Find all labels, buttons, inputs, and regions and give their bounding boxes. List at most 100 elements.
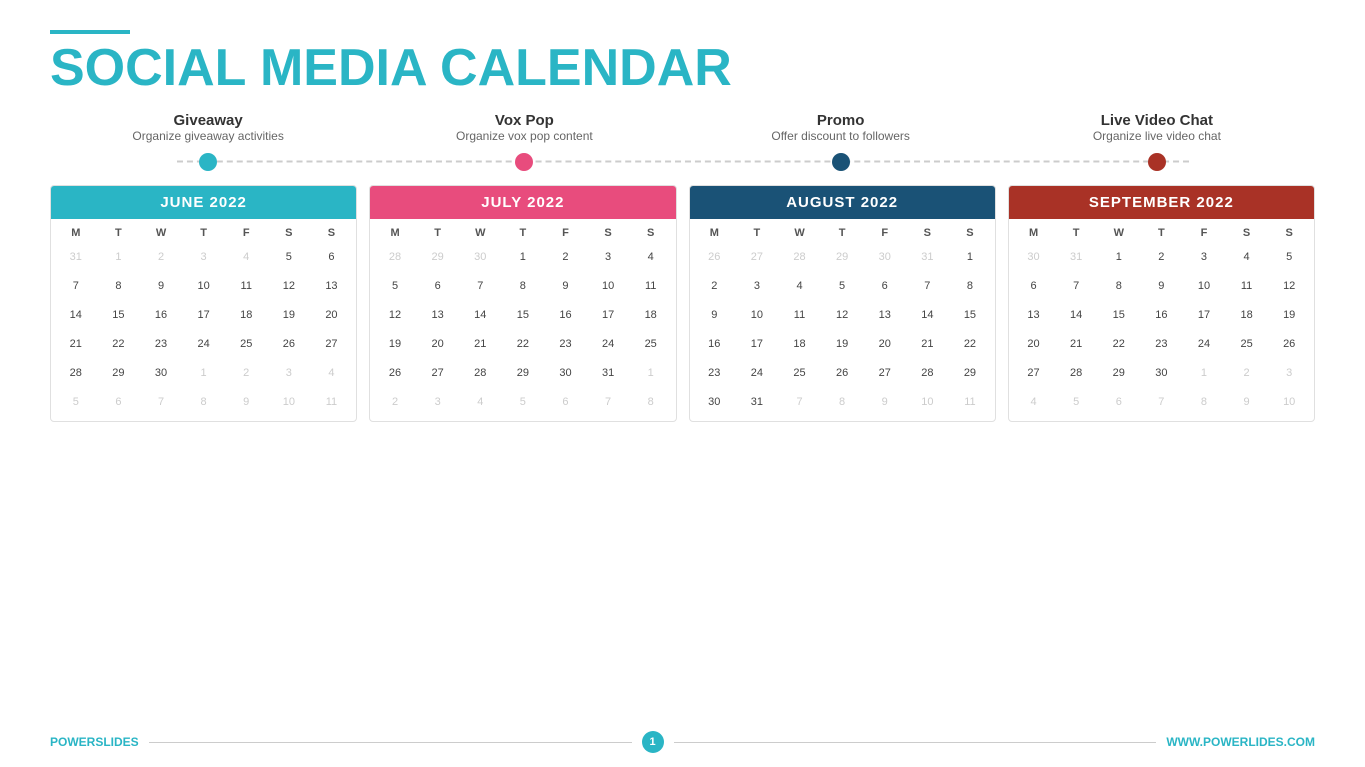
july-cell: 5 [502,389,544,417]
sep-cell: 15 [1098,302,1140,330]
page-title: SOCIAL MEDIA CALENDAR [50,42,1315,94]
july-dh-s2: S [630,223,672,243]
july-cell: 28 [459,360,501,388]
aug-cell: 12 [821,302,863,330]
aug-cell: 7 [779,389,821,417]
category-promo-title: Promo [683,112,999,129]
aug-cell: 26 [821,360,863,388]
july-cell-27: 27 [417,360,459,388]
aug-cell: 27 [736,244,778,272]
aug-dh-t1: T [736,223,778,243]
aug-cell: 30 [864,244,906,272]
july-cell: 1 [502,244,544,272]
july-cell: 5 [374,273,416,301]
june-cell: 22 [98,331,140,359]
sep-cell: 7 [1055,273,1097,301]
july-cell: 3 [587,244,629,272]
august-body: M T W T F S S 26 27 28 29 30 31 1 2 [690,219,995,421]
aug-cell: 26 [694,244,736,272]
june-body: M T W T F S S 31 1 2 3 4 5 6 7 [51,219,356,421]
sep-dh-t1: T [1055,223,1097,243]
june-cell: 11 [225,273,267,301]
aug-cell: 28 [779,244,821,272]
june-cell: 9 [140,273,182,301]
timeline [50,153,1315,171]
june-cell: 27 [311,331,353,359]
aug-cell: 22 [949,331,991,359]
aug-dh-w: W [779,223,821,243]
june-cell: 25 [225,331,267,359]
june-cell: 23 [140,331,182,359]
june-cell: 3 [183,244,225,272]
aug-dh-m: M [694,223,736,243]
sep-cell: 20 [1013,331,1055,359]
july-cell: 6 [417,273,459,301]
aug-cell-1: 1 [949,244,991,272]
june-cell: 2 [225,360,267,388]
sep-cell: 14 [1055,302,1097,330]
july-dh-f: F [545,223,587,243]
sep-cell-18: 18 [1226,302,1268,330]
sep-cell: 6 [1013,273,1055,301]
august-header: AUGUST 2022 [690,186,995,219]
sep-cell: 19 [1268,302,1310,330]
june-cell: 7 [140,389,182,417]
june-cell: 19 [268,302,310,330]
aug-cell: 8 [821,389,863,417]
june-cell: 12 [268,273,310,301]
aug-cell: 27 [864,360,906,388]
july-cell: 10 [587,273,629,301]
july-dh-t2: T [502,223,544,243]
july-cell: 7 [459,273,501,301]
sep-cell: 7 [1141,389,1183,417]
sep-cell: 22 [1098,331,1140,359]
july-cell: 16 [545,302,587,330]
timeline-dot-voxpop [515,153,533,171]
sep-dh-f: F [1183,223,1225,243]
july-cell: 4 [459,389,501,417]
aug-cell: 15 [949,302,991,330]
category-livechat-sub: Organize live video chat [999,129,1315,143]
category-promo: Promo Offer discount to followers [683,112,999,143]
july-cell: 13 [417,302,459,330]
sep-cell: 23 [1141,331,1183,359]
header-accent-line [50,30,130,34]
sep-cell: 5 [1268,244,1310,272]
category-giveaway-title: Giveaway [50,112,366,129]
sep-cell: 16 [1141,302,1183,330]
footer: POWERSLIDES 1 WWW.POWERLIDES.COM [50,731,1315,753]
sep-cell: 9 [1226,389,1268,417]
title-part1: SOCIAL MEDIA [50,39,440,97]
june-dh-m: M [55,223,97,243]
aug-cell: 10 [907,389,949,417]
july-dh-m: M [374,223,416,243]
sep-cell-12: 12 [1268,273,1310,301]
aug-cell: 20 [864,331,906,359]
july-cell: 21 [459,331,501,359]
september-header: SEPTEMBER 2022 [1009,186,1314,219]
june-cell: 1 [183,360,225,388]
category-promo-sub: Offer discount to followers [683,129,999,143]
sep-cell: 29 [1098,360,1140,388]
july-cell: 26 [374,360,416,388]
calendar-june: JUNE 2022 M T W T F S S 31 1 2 3 4 5 [50,185,357,422]
june-cell: 29 [98,360,140,388]
july-cell: 23 [545,331,587,359]
categories-row: Giveaway Organize giveaway activities Vo… [50,112,1315,143]
july-cell: 12 [374,302,416,330]
aug-cell: 10 [736,302,778,330]
sep-cell: 10 [1268,389,1310,417]
july-cell: 29 [417,244,459,272]
category-livechat-title: Live Video Chat [999,112,1315,129]
category-giveaway: Giveaway Organize giveaway activities [50,112,366,143]
july-cell-8: 8 [502,273,544,301]
july-cell: 4 [630,244,672,272]
aug-cell: 30 [694,389,736,417]
timeline-dot-livechat [1148,153,1166,171]
june-cell: 21 [55,331,97,359]
july-cell: 2 [545,244,587,272]
sep-cell: 1 [1183,360,1225,388]
june-dh-s2: S [311,223,353,243]
june-cell: 4 [311,360,353,388]
june-cell-5: 5 [268,244,310,272]
